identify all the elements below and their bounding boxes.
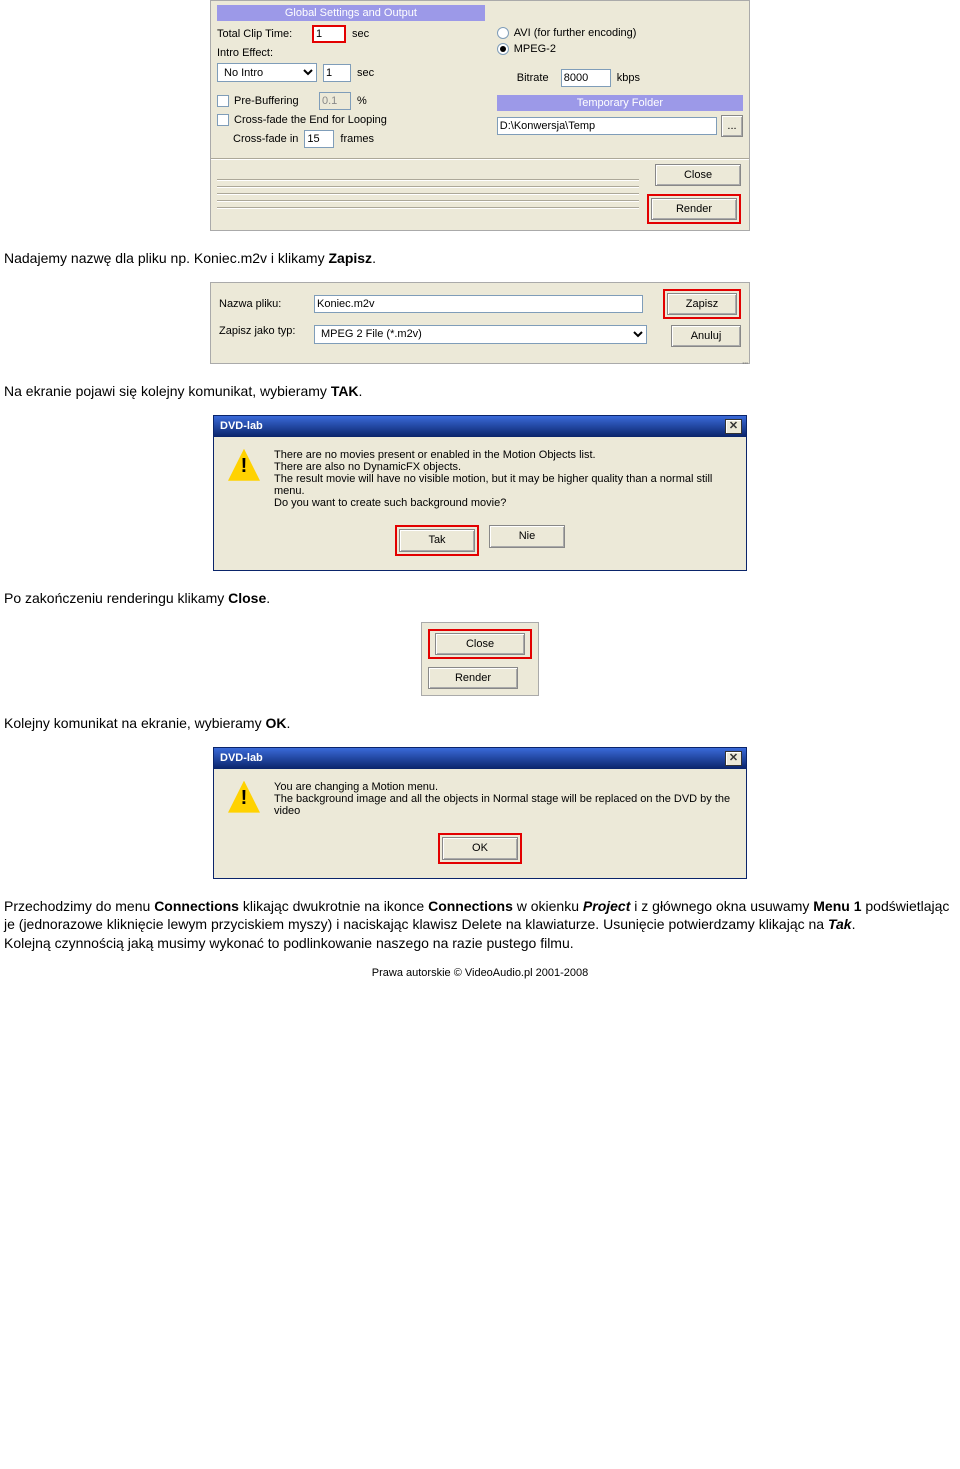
prebuffering-checkbox[interactable] bbox=[217, 95, 229, 107]
avi-label: AVI (for further encoding) bbox=[514, 27, 637, 39]
crossfade-end-checkbox[interactable] bbox=[217, 114, 229, 126]
footer-copyright: Prawa autorskie © VideoAudio.pl 2001-200… bbox=[0, 967, 960, 979]
global-settings-panel: Global Settings and Output Total Clip Ti… bbox=[210, 0, 750, 231]
save-dialog-panel: Nazwa pliku: Zapisz Zapisz jako typ: MPE… bbox=[210, 282, 750, 364]
kbps-label: kbps bbox=[617, 72, 640, 84]
close-render-panel: Close Render bbox=[421, 622, 539, 696]
dvd-lab-dialog-1: DVD-lab ✕ There are no movies present or… bbox=[213, 415, 747, 571]
render-button[interactable]: Render bbox=[651, 198, 737, 220]
article-paragraph-4: Kolejny komunikat na ekranie, wybieramy … bbox=[0, 714, 960, 733]
mpeg2-radio[interactable] bbox=[497, 43, 509, 55]
global-settings-header: Global Settings and Output bbox=[217, 5, 485, 21]
mpeg2-label: MPEG-2 bbox=[514, 43, 556, 55]
total-clip-time-input[interactable] bbox=[312, 25, 346, 43]
resize-gripper-icon[interactable]: ... bbox=[211, 355, 749, 363]
bitrate-input[interactable] bbox=[561, 69, 611, 87]
render-button-2[interactable]: Render bbox=[428, 667, 518, 689]
article-paragraph-2: Na ekranie pojawi się kolejny komunikat,… bbox=[0, 382, 960, 401]
percent-label: % bbox=[357, 95, 367, 107]
dialog-title: DVD-lab bbox=[220, 420, 725, 432]
crossfade-in-label: Cross-fade in bbox=[233, 133, 298, 145]
warning-icon bbox=[228, 449, 260, 481]
total-clip-time-label: Total Clip Time: bbox=[217, 28, 312, 40]
filetype-select[interactable]: MPEG 2 File (*.m2v) bbox=[314, 325, 647, 344]
temp-folder-header: Temporary Folder bbox=[497, 95, 743, 111]
intro-sec-input[interactable] bbox=[323, 64, 351, 82]
prebuffering-label: Pre-Buffering bbox=[234, 95, 319, 107]
bitrate-label: Bitrate bbox=[517, 72, 561, 84]
temp-folder-input[interactable] bbox=[497, 117, 717, 135]
close-icon[interactable]: ✕ bbox=[725, 751, 742, 766]
crossfade-end-label: Cross-fade the End for Looping bbox=[234, 114, 387, 126]
sec-label: sec bbox=[352, 28, 369, 40]
nie-button[interactable]: Nie bbox=[489, 525, 565, 548]
article-paragraph-3: Po zakończeniu renderingu klikamy Close. bbox=[0, 589, 960, 608]
article-paragraph-1: Nadajemy nazwę dla pliku np. Koniec.m2v … bbox=[0, 249, 960, 268]
crossfade-frames-input[interactable] bbox=[304, 130, 334, 148]
dvd-lab-dialog-2: DVD-lab ✕ You are changing a Motion menu… bbox=[213, 747, 747, 879]
filetype-label: Zapisz jako typ: bbox=[219, 325, 304, 337]
browse-button[interactable]: ... bbox=[721, 115, 743, 137]
prebuffering-input bbox=[319, 92, 351, 110]
save-button[interactable]: Zapisz bbox=[667, 293, 737, 315]
close-icon[interactable]: ✕ bbox=[725, 419, 742, 434]
filename-label: Nazwa pliku: bbox=[219, 298, 304, 310]
avi-radio[interactable] bbox=[497, 27, 509, 39]
frames-label: frames bbox=[340, 133, 374, 145]
intro-effect-label: Intro Effect: bbox=[217, 47, 273, 59]
close-button-2[interactable]: Close bbox=[435, 633, 525, 655]
article-paragraph-5: Przechodzimy do menu Connections klikają… bbox=[0, 897, 960, 954]
warning-icon bbox=[228, 781, 260, 813]
intro-effect-select[interactable]: No Intro bbox=[217, 63, 317, 82]
tak-button[interactable]: Tak bbox=[399, 529, 475, 552]
close-button[interactable]: Close bbox=[655, 164, 741, 186]
dialog-message: There are no movies present or enabled i… bbox=[274, 449, 732, 509]
cancel-button[interactable]: Anuluj bbox=[671, 325, 741, 347]
intro-sec-label: sec bbox=[357, 67, 374, 79]
dialog-title-2: DVD-lab bbox=[220, 752, 725, 764]
filename-input[interactable] bbox=[314, 295, 643, 313]
dialog-message-2: You are changing a Motion menu. The back… bbox=[274, 781, 732, 817]
ok-button[interactable]: OK bbox=[442, 837, 518, 860]
